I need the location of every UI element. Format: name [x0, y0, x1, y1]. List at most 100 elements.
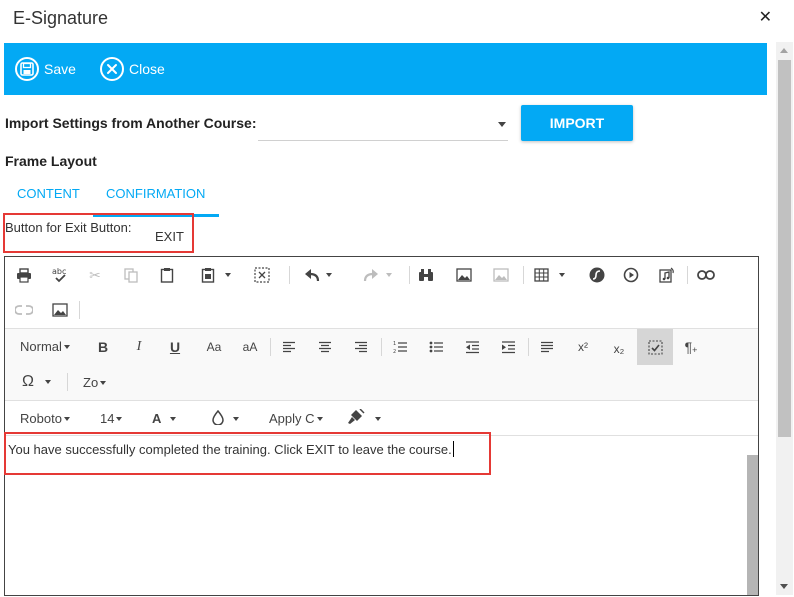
editor-scrollbar[interactable]	[746, 453, 758, 597]
toolbar-separator	[381, 338, 382, 356]
highlight-box-exit	[3, 213, 194, 253]
toolbar-separator	[687, 266, 688, 284]
page-scrollbar[interactable]	[776, 42, 793, 595]
unordered-list-icon[interactable]	[425, 336, 447, 358]
special-chars-dropdown-icon[interactable]	[45, 380, 51, 384]
editor-toolbar-row-2: Normal B I U Aa aA 12 x² x₂ ¶ + Ω Zo	[5, 329, 758, 401]
tab-confirmation[interactable]: CONFIRMATION	[106, 186, 205, 201]
close-label: Close	[129, 61, 165, 77]
toolbar-separator	[67, 373, 68, 391]
select-all-icon[interactable]	[251, 264, 273, 286]
table-dropdown-icon[interactable]	[559, 273, 565, 277]
print-icon[interactable]	[13, 264, 35, 286]
indent-icon[interactable]	[497, 336, 519, 358]
font-case-upper-icon[interactable]: Aa	[203, 336, 225, 358]
outdent-icon[interactable]	[461, 336, 483, 358]
align-right-icon[interactable]	[350, 336, 372, 358]
cut-icon[interactable]: ✂	[84, 264, 106, 286]
chevron-down-icon	[316, 416, 323, 421]
close-circle-icon	[100, 57, 124, 81]
editor-scrollbar-thumb[interactable]	[747, 455, 758, 595]
action-toolbar: Save Close	[4, 43, 767, 95]
chevron-down-icon	[63, 416, 70, 421]
import-settings-label: Import Settings from Another Course:	[5, 115, 257, 131]
ordered-list-icon[interactable]: 12	[389, 336, 411, 358]
flash-icon[interactable]	[586, 264, 608, 286]
frame-layout-label: Frame Layout	[5, 153, 97, 169]
import-button[interactable]: IMPORT	[521, 105, 633, 141]
chevron-down-icon	[498, 122, 506, 127]
redo-dropdown-icon[interactable]	[386, 273, 392, 277]
table-icon[interactable]	[530, 264, 552, 286]
bold-icon[interactable]: B	[92, 336, 114, 358]
scrollbar-thumb[interactable]	[778, 60, 791, 437]
format-dropdown[interactable]: Normal	[20, 339, 70, 354]
font-size-dropdown[interactable]: 14	[100, 411, 123, 426]
close-button[interactable]: Close	[100, 56, 165, 82]
import-course-select[interactable]	[258, 108, 508, 141]
toolbar-separator	[270, 338, 271, 356]
save-label: Save	[44, 61, 76, 77]
paste-word-icon[interactable]	[197, 264, 219, 286]
underline-icon[interactable]: U	[164, 336, 186, 358]
zoom-dropdown[interactable]: Zo	[83, 375, 107, 390]
image-icon[interactable]	[453, 264, 475, 286]
undo-dropdown-icon[interactable]	[326, 273, 332, 277]
highlight-box-content	[4, 432, 491, 475]
toolbar-separator	[289, 266, 290, 284]
svg-text:1: 1	[393, 341, 396, 347]
copy-icon[interactable]	[120, 264, 142, 286]
link-icon[interactable]	[695, 264, 717, 286]
editor-toolbar-row-1: abc ✂	[5, 257, 758, 329]
fill-color-icon	[212, 409, 224, 428]
chevron-down-icon	[170, 416, 177, 421]
insert-image-icon[interactable]	[49, 299, 71, 321]
chevron-down-icon	[233, 417, 239, 421]
fill-color-dropdown[interactable]	[212, 409, 239, 428]
toolbar-separator	[528, 338, 529, 356]
align-left-icon[interactable]	[278, 336, 300, 358]
tab-content[interactable]: CONTENT	[17, 186, 80, 201]
clear-format-icon[interactable]	[637, 329, 673, 365]
apply-css-label: Apply C	[269, 411, 315, 426]
paste-dropdown-icon[interactable]	[225, 273, 231, 277]
toolbar-separator	[409, 266, 410, 284]
chevron-down-icon	[63, 344, 70, 349]
subscript-icon[interactable]: x₂	[608, 338, 630, 360]
audio-icon[interactable]	[656, 264, 678, 286]
redo-icon[interactable]	[360, 264, 382, 286]
apply-css-dropdown[interactable]: Apply C	[269, 411, 323, 426]
format-painter-dropdown[interactable]	[347, 408, 381, 428]
scroll-down-icon[interactable]	[780, 584, 788, 589]
superscript-icon[interactable]: x²	[572, 336, 594, 358]
scroll-up-icon[interactable]	[780, 48, 788, 53]
toolbar-separator	[523, 266, 524, 284]
font-family-dropdown[interactable]: Roboto	[20, 411, 70, 426]
justify-icon[interactable]	[536, 336, 558, 358]
unlink-icon[interactable]	[13, 299, 35, 321]
text-color-dropdown[interactable]: A	[152, 411, 177, 426]
omega-icon[interactable]: Ω	[17, 371, 39, 393]
font-size-label: 14	[100, 411, 115, 426]
dialog-close-icon[interactable]: ✕	[759, 7, 772, 27]
paste-icon[interactable]	[156, 264, 178, 286]
save-icon	[15, 57, 39, 81]
editor-toolbar-row-3: Roboto 14 A Apply C	[5, 401, 758, 436]
undo-icon[interactable]	[301, 264, 323, 286]
dialog-titlebar: E-Signature ✕	[0, 0, 794, 40]
spellcheck-icon[interactable]: abc	[49, 264, 71, 286]
save-button[interactable]: Save	[15, 56, 76, 82]
font-case-lower-icon[interactable]: aA	[239, 336, 261, 358]
text-color-icon: A	[152, 411, 162, 426]
italic-icon[interactable]: I	[128, 336, 150, 358]
image-map-icon[interactable]	[490, 264, 512, 286]
paragraph-icon[interactable]: ¶ +	[680, 336, 702, 358]
video-icon[interactable]	[620, 264, 642, 286]
align-center-icon[interactable]	[314, 336, 336, 358]
zoom-dropdown-label: Zo	[83, 375, 99, 390]
chevron-down-icon	[116, 416, 123, 421]
chevron-down-icon	[100, 380, 107, 385]
find-icon[interactable]	[415, 264, 437, 286]
chevron-down-icon	[375, 416, 381, 421]
svg-text:2: 2	[393, 349, 396, 354]
